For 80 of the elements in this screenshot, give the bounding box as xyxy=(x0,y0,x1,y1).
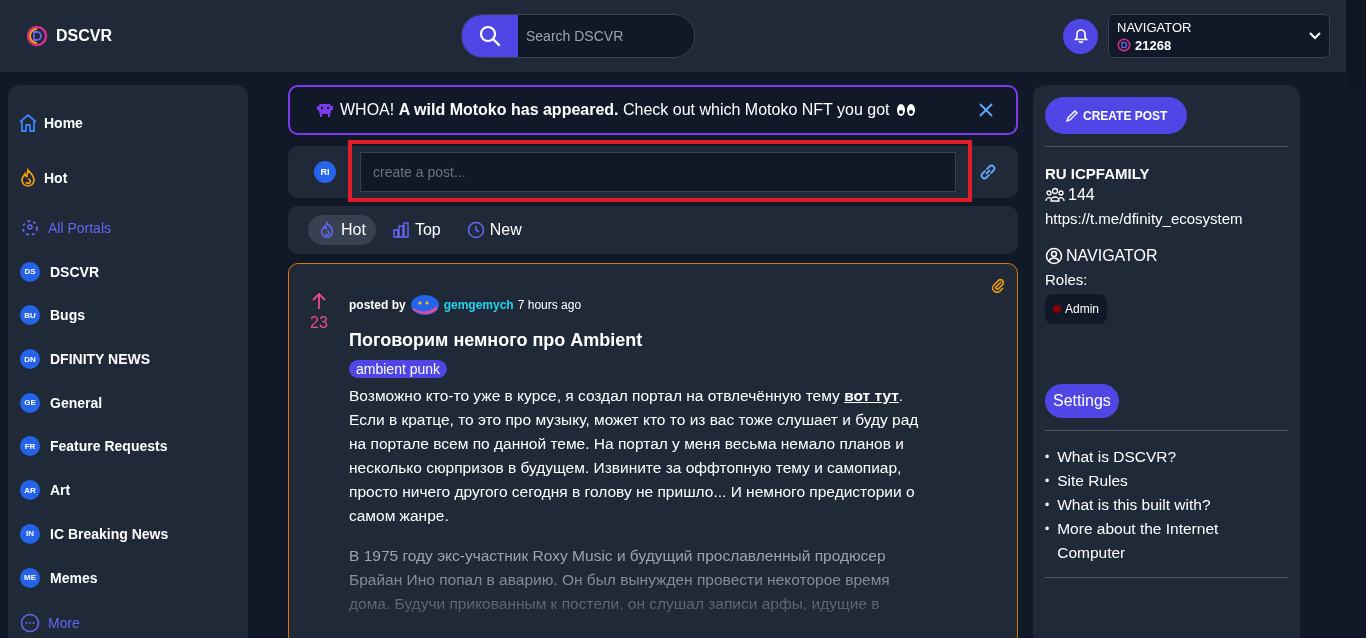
portal-owner: NAVIGATOR xyxy=(1066,247,1158,265)
portal-avatar: DN xyxy=(20,349,40,370)
alien-icon xyxy=(316,102,334,118)
sidebar-item[interactable]: GE General xyxy=(18,380,248,425)
info-link[interactable]: What is DSCVR? xyxy=(1057,445,1248,469)
points-icon xyxy=(1117,38,1131,52)
notifications-button[interactable] xyxy=(1063,18,1098,54)
info-link[interactable]: What is this built with? xyxy=(1057,493,1248,517)
upvote-icon[interactable] xyxy=(311,292,327,310)
sidebar-item[interactable]: IN IC Breaking News xyxy=(18,512,248,556)
bullet: • xyxy=(1045,521,1050,538)
bullet: • xyxy=(1045,497,1050,514)
chevron-down-icon xyxy=(1309,32,1321,40)
close-icon xyxy=(978,102,994,118)
bar-chart-icon xyxy=(391,221,410,239)
post-title[interactable]: Поговорим немного про Ambient xyxy=(349,330,927,351)
bullet: • xyxy=(1045,473,1050,490)
post-paragraph: Возможно кто-то уже в курсе, я создал портал на отвлечённую тему вот тут. Если в кратце, то это про музыку, может кто то из вас тоже слушает и буду рад на портале всем по данной теме. На портал у меня весьма немало планов и несколько сюрпризов в будущем. Извините за оффтопную тему и самопиар, просто ничего другого сегодня в голову не пришло... И немного предистории о самом жанре. xyxy=(349,386,920,526)
inline-link[interactable]: вот тут xyxy=(844,387,899,404)
logo-icon xyxy=(26,25,48,47)
flame-icon xyxy=(18,168,38,189)
link-icon[interactable] xyxy=(978,162,998,182)
portal-avatar: AR xyxy=(20,480,40,501)
portal-avatar: DS xyxy=(20,261,40,282)
sort-tab[interactable]: Hot xyxy=(308,215,376,245)
user-avatar: RI xyxy=(314,161,336,183)
search-button[interactable] xyxy=(462,15,518,57)
sort-tab[interactable]: Top xyxy=(381,215,451,245)
portals-icon xyxy=(20,218,40,239)
sidebar-item[interactable]: FR Feature Requests xyxy=(18,424,248,469)
sidebar-item[interactable]: Home xyxy=(18,95,248,151)
portal-avatar: BU xyxy=(20,305,40,326)
clock-icon xyxy=(466,221,485,239)
portal-url[interactable]: https://t.me/dfinity_ecosystem xyxy=(1045,210,1243,227)
author-link[interactable]: gemgemych xyxy=(443,298,514,312)
more-icon xyxy=(20,613,40,634)
bell-icon xyxy=(1072,28,1089,44)
post-tag[interactable]: ambient punk xyxy=(349,360,448,378)
search-field[interactable]: Search DSCVR xyxy=(518,15,694,57)
pencil-icon xyxy=(1065,108,1079,123)
flame-icon xyxy=(318,221,336,239)
role-badge: Admin xyxy=(1045,294,1107,324)
portal-avatar: FR xyxy=(20,436,40,457)
post-input-field[interactable]: create a post... xyxy=(360,152,956,192)
paperclip-icon xyxy=(991,277,1005,293)
portal-name: RU ICPFAMILY xyxy=(1045,165,1150,182)
create-post-button[interactable]: CREATE POST xyxy=(1045,97,1188,134)
info-link[interactable]: Site Rules xyxy=(1057,469,1248,493)
portal-avatar: GE xyxy=(20,392,40,413)
portal-avatar: ME xyxy=(20,567,40,588)
eyes-icon xyxy=(895,103,916,117)
info-link[interactable]: More about the Internet Computer xyxy=(1057,517,1248,565)
bullet: • xyxy=(1045,449,1050,466)
sidebar-item[interactable]: ME Memes xyxy=(18,555,248,600)
close-button[interactable] xyxy=(978,102,994,118)
author-avatar xyxy=(409,294,440,316)
roles-label: Roles: xyxy=(1045,271,1088,288)
sidebar-item[interactable]: DN DFINITY NEWS xyxy=(18,337,248,381)
settings-button[interactable]: Settings xyxy=(1045,384,1119,418)
sidebar-item[interactable]: DS DSCVR xyxy=(18,249,248,294)
search-icon xyxy=(479,25,501,47)
vote-count: 23 xyxy=(310,314,328,332)
member-count: 144 xyxy=(1068,186,1095,204)
sidebar-item[interactable]: Hot xyxy=(18,150,248,207)
user-menu[interactable]: NAVIGATOR 21268 xyxy=(1108,14,1330,58)
portal-avatar: IN xyxy=(20,523,40,544)
post-time: 7 hours ago xyxy=(517,298,582,312)
user-circle-icon xyxy=(1045,247,1063,265)
home-icon xyxy=(18,112,38,133)
post-paragraph: В 1975 году экс-участник Roxy Music и будущий прославленный продюсер Брайан Ино попал в аварию. Он был вынужден провести некоторое время дома. Будучи прикованным к постели, он слушал записи арфы, идущие в xyxy=(349,546,891,614)
user-name: NAVIGATOR xyxy=(1117,19,1192,35)
logo-text[interactable]: DSCVR xyxy=(56,27,112,45)
banner-text: WHOA! A wild Motoko has appeared. Check out which Motoko NFT you got xyxy=(340,101,890,119)
sidebar-item[interactable]: BU Bugs xyxy=(18,293,248,338)
sort-tab[interactable]: New xyxy=(456,215,532,245)
sidebar-item[interactable]: AR Art xyxy=(18,468,248,512)
posted-by-label: posted by xyxy=(349,298,406,312)
members-icon xyxy=(1045,187,1065,203)
search-bar[interactable]: Search DSCVR xyxy=(461,14,695,58)
user-points: 21268 xyxy=(1135,37,1172,53)
